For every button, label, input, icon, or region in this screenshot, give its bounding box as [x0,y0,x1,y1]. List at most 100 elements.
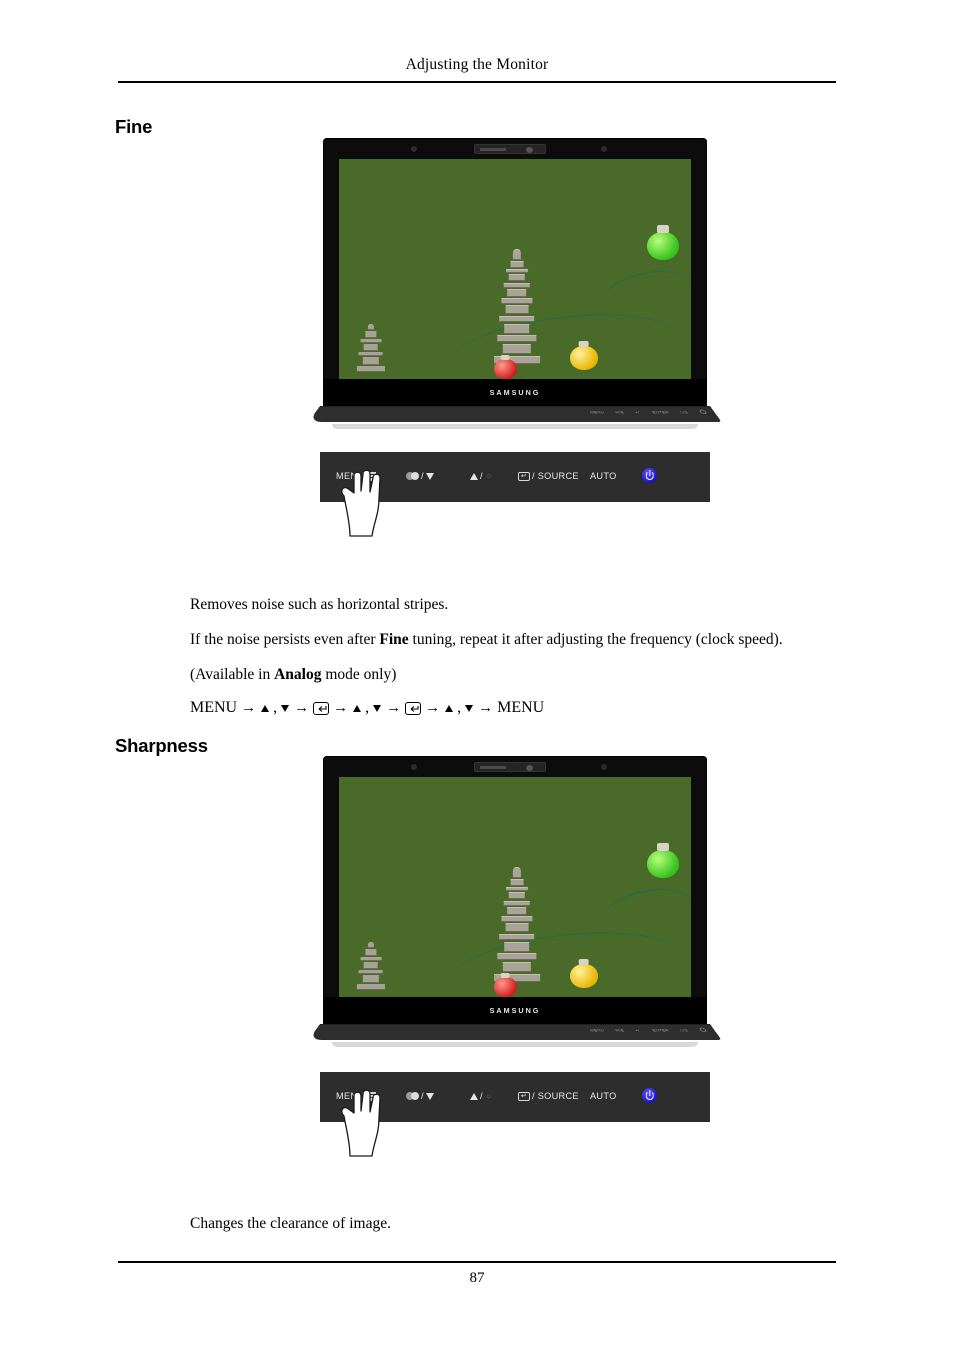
monitor-body: SAMSUNG [323,138,707,408]
monitor-stand-base [332,424,698,429]
nav-arrow-2: → [294,699,310,716]
lantern-rope [443,303,679,367]
triangle-up-icon [353,704,362,712]
stand-label-menu: MENU [589,410,605,415]
control-down-label: / [421,471,424,481]
section-heading-fine: Fine [115,116,153,137]
control-up-brightness-button[interactable]: / ☼ [470,471,493,481]
stand-label-plusminus: +/- [634,1028,643,1033]
control-magicbright-down-button[interactable]: / [406,1091,434,1101]
control-auto-button[interactable]: AUTO [590,471,617,481]
monitor-bottom-bezel: SAMSUNG [323,997,707,1026]
monitor-control-panel-fine: MENU / / ☼ ↵ / SOURCE AUTO [320,452,710,537]
control-menu-label: MENU [336,471,365,481]
fine-menu-navigation-path: MENU → , → → , → → , → MENU [190,699,544,717]
stand-label-menu: MENU [589,1028,605,1033]
monitor-top-bezel [323,756,707,777]
control-power-button[interactable] [642,468,657,483]
lantern-red [493,977,517,997]
lantern-green [647,849,679,879]
nav-arrow-1: → [241,699,257,716]
control-brightness-label: / [480,1091,483,1101]
stone-pagoda-large [493,249,540,364]
control-magicbright-down-button[interactable]: / [406,471,434,481]
bezel-dot-left-icon [411,146,417,152]
control-menu-button[interactable]: MENU [336,1091,377,1101]
stand-label-plusminus: +/- [634,410,643,415]
enter-key-icon: ↵ [518,471,530,481]
fine-desc3-part1: (Available in [190,666,275,683]
nav-comma-2: , [365,699,370,716]
screen-photo-garden-scene [339,777,691,997]
sun-icon: ☼ [485,471,493,480]
page-number: 87 [469,1270,485,1286]
triangle-up-icon [470,472,478,480]
control-power-button[interactable] [642,1088,657,1103]
stone-pagoda-small [356,942,385,991]
control-menu-label: MENU [336,1091,365,1101]
control-menu-button[interactable]: MENU [336,471,377,481]
control-enter-source-button[interactable]: ↵ / SOURCE [518,1091,579,1101]
triangle-up-icon [470,1092,478,1100]
sharpness-description-line-1: Changes the clearance of image. [190,1215,391,1232]
stand-label-as: A/S [678,410,690,415]
monitor-top-bezel [323,138,707,159]
enter-key-icon: ↵ [518,1091,530,1101]
enter-key-icon [405,701,422,715]
stone-pagoda-large [493,867,540,982]
control-auto-label: AUTO [590,471,617,481]
fine-description-line-2: If the noise persists even after Fine tu… [190,631,783,649]
stand-label-enter: ENTER [651,1028,670,1033]
stand-control-labels: MENU M/B +/- ENTER A/S [590,410,689,414]
footer-divider [118,1261,836,1263]
sun-icon: ☼ [485,1091,493,1100]
lantern-rope-upper [598,882,691,923]
control-button-row: MENU / / ☼ ↵ / SOURCE AUTO [320,1072,710,1122]
stand-label-enter: ENTER [651,410,670,415]
stand-label-mb: M/B [614,1028,625,1033]
control-up-brightness-button[interactable]: / ☼ [470,1091,493,1101]
bezel-sensor-module-icon [474,144,546,154]
lantern-rope [443,921,679,985]
samsung-brand-logo: SAMSUNG [489,1006,541,1015]
fine-desc3-bold: Analog [274,666,322,683]
triangle-down-icon [373,704,382,712]
magicbright-icon [406,472,419,480]
control-source-label: / SOURCE [532,471,579,481]
lantern-rope-upper [598,264,691,305]
bezel-dot-right-icon [601,146,607,152]
triangle-down-icon [465,704,474,712]
monitor-stand: MENU M/B +/- ENTER A/S [308,1024,722,1041]
monitor-control-panel-sharpness: MENU / / ☼ ↵ / SOURCE AUTO [320,1072,710,1157]
monitor-screen [339,159,691,379]
nav-arrow-5: → [425,699,441,716]
enter-key-icon [313,701,330,715]
control-down-label: / [421,1091,424,1101]
lantern-green [647,231,679,261]
triangle-down-icon [425,472,434,480]
triangle-down-icon [425,1092,434,1100]
lantern-yellow [569,964,598,989]
monitor-stand: MENU M/B +/- ENTER A/S [308,406,722,423]
monitor-bottom-bezel: SAMSUNG [323,379,707,408]
nav-comma-3: , [457,699,462,716]
fine-desc3-part2: mode only) [321,666,397,683]
monitor-screen [339,777,691,997]
lantern-yellow [569,346,598,371]
bezel-dot-left-icon [411,764,417,770]
samsung-brand-logo: SAMSUNG [489,388,541,397]
nav-comma-1: , [273,699,278,716]
stand-label-mb: M/B [614,410,625,415]
section-heading-sharpness: Sharpness [115,735,208,756]
bezel-dot-right-icon [601,764,607,770]
fine-description-line-1: Removes noise such as horizontal stripes… [190,596,449,613]
stone-pagoda-small [356,324,385,373]
monitor-illustration-fine: SAMSUNG MENU M/B +/- ENTER A/S [308,138,722,433]
fine-description-line-3: (Available in Analog mode only) [190,666,396,684]
control-enter-source-button[interactable]: ↵ / SOURCE [518,471,579,481]
document-page: Adjusting the Monitor Fine SAMSUNG MENU … [0,0,954,1350]
control-auto-button[interactable]: AUTO [590,1091,617,1101]
stand-label-as: A/S [678,1028,690,1033]
power-icon [642,1088,657,1103]
triangle-up-icon [445,704,454,712]
